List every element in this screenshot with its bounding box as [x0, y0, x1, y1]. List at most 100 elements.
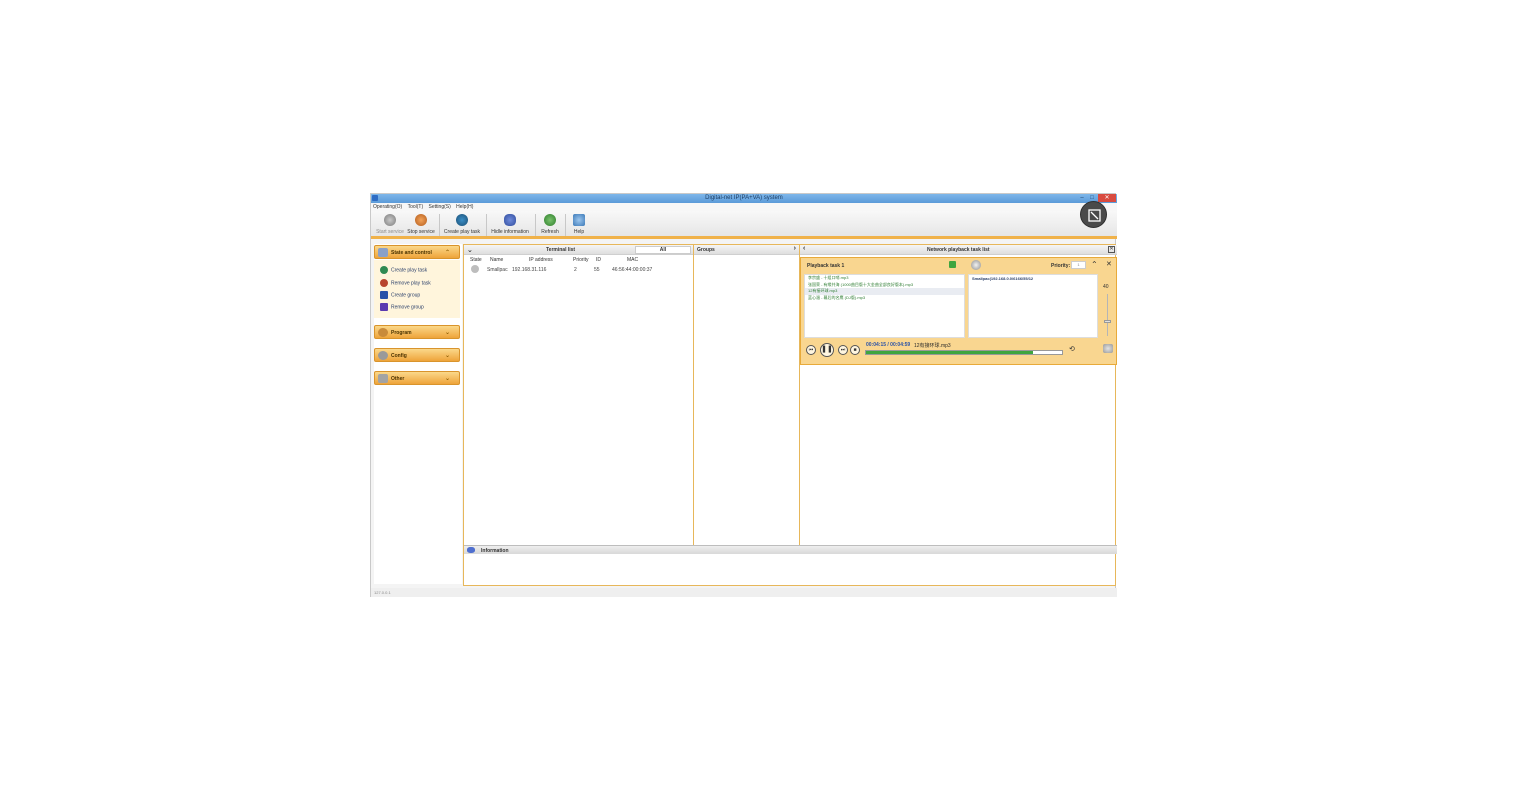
collapse-chevron-icon[interactable]: ⌄	[467, 246, 473, 254]
menu-tool[interactable]: Tool(T)	[406, 203, 426, 211]
column-header-mac[interactable]: MAC	[627, 257, 638, 263]
help-button[interactable]: Help	[568, 213, 590, 237]
state-control-panel: Create play task Remove play task Create…	[374, 260, 460, 318]
status-bar: 127.0.0.1	[371, 588, 1117, 597]
sidebar-program-header[interactable]: Program ⌄	[374, 325, 460, 339]
information-header: Information	[464, 545, 1117, 554]
add-song-icon[interactable]	[949, 261, 956, 268]
volume-slider[interactable]: 40	[1101, 274, 1115, 338]
toolbar-divider	[565, 214, 566, 236]
volume-value: 40	[1103, 284, 1109, 290]
next-button[interactable]: ⏭	[838, 345, 848, 355]
start-service-label: Start service	[376, 229, 404, 235]
start-service-button[interactable]: Start service	[375, 213, 405, 237]
column-header-state[interactable]: State	[470, 257, 482, 263]
menu-operating[interactable]: Operating(O)	[371, 203, 404, 211]
progress-bar[interactable]	[865, 350, 1063, 355]
minimize-button[interactable]: –	[1077, 194, 1087, 202]
chevron-up-icon[interactable]: ⌃	[1091, 260, 1098, 269]
refresh-label: Refresh	[541, 229, 559, 235]
network-playback-title: Network playback task list	[927, 247, 990, 253]
chevron-right-icon[interactable]: ›	[794, 245, 796, 252]
sidebar-item-remove-group[interactable]: Remove group	[380, 303, 424, 313]
sidebar-item-label: Remove play task	[391, 280, 431, 287]
sidebar-config-header[interactable]: Config ⌄	[374, 348, 460, 362]
sidebar-other-header[interactable]: Other ⌄	[374, 371, 460, 385]
volume-thumb[interactable]	[1104, 320, 1111, 323]
speaker-icon[interactable]	[1103, 344, 1113, 353]
help-label: Help	[573, 229, 585, 235]
refresh-button[interactable]: Refresh	[538, 213, 562, 237]
sidebar-item-remove-play-task[interactable]: Remove play task	[380, 279, 431, 289]
hide-information-button[interactable]: Hidle information	[489, 213, 531, 237]
state-control-label: State and control	[391, 250, 432, 256]
other-label: Other	[391, 376, 405, 382]
repeat-icon[interactable]: ⟲	[1069, 345, 1075, 353]
program-label: Program	[391, 330, 412, 336]
screenshot-overlay-button[interactable]	[1080, 201, 1107, 228]
speaker-icon	[471, 265, 479, 273]
menu-setting[interactable]: Setting(S)	[427, 203, 453, 211]
help-book-icon	[573, 214, 585, 226]
create-play-task-button[interactable]: Create play task	[442, 213, 482, 237]
window-title: Digital-net IP(PA+VA) system	[705, 195, 783, 201]
sidebar-item-create-play-task[interactable]: Create play task	[380, 266, 427, 276]
terminal-list-title: Terminal list	[546, 247, 576, 253]
groups-header: Groups ›	[694, 245, 799, 255]
stop-service-label: Stop service	[407, 229, 435, 235]
sidebar-item-label: Create play task	[391, 267, 428, 274]
close-panel-icon[interactable]: ✕	[1108, 246, 1115, 253]
config-gear-icon	[378, 351, 388, 360]
terminal-name: Smallpac	[487, 267, 508, 273]
sidebar-item-create-group[interactable]: Create group	[380, 291, 420, 301]
app-window: Digital-net IP(PA+VA) system – □ ✕ Opera…	[370, 193, 1117, 597]
current-song: 12有接环球.mp3	[914, 343, 951, 349]
column-header-priority[interactable]: Priority	[573, 257, 589, 263]
pause-button[interactable]: ❚❚	[820, 343, 834, 357]
list-item[interactable]: 蓝心湄 - 幕后的名鹰 (DJ版).mp3	[805, 295, 964, 302]
main-area: ⌄ Terminal list All State Name IP addres…	[463, 244, 1117, 586]
volume-track	[1107, 294, 1108, 336]
song-list: 李宗盛 - 十组口哨.mp3 张国荣 - 有缘共海 (1000曲目版十大金曲全部…	[804, 274, 965, 338]
chevron-left-icon[interactable]: ‹	[803, 245, 805, 252]
close-button[interactable]: ✕	[1098, 194, 1116, 202]
terminal-list-header: ⌄ Terminal list All	[464, 245, 693, 255]
expand-icon	[1088, 209, 1101, 222]
terminal-ip: 192.168.31.116	[512, 267, 547, 273]
stop-service-icon	[415, 214, 427, 226]
playback-time: 00:04:15 / 00:04:59	[866, 342, 911, 348]
sidebar-item-label: Remove group	[391, 304, 424, 311]
create-play-task-label: Create play task	[443, 229, 481, 235]
terminal-filter-select[interactable]: All	[635, 246, 691, 254]
list-item[interactable]: Smallpac(192.168.0.0/6166/55/12	[969, 275, 1097, 282]
close-task-icon[interactable]: ✕	[1106, 260, 1112, 268]
toolbar-divider	[439, 214, 440, 236]
information-icon	[467, 547, 475, 553]
stop-button[interactable]: ■	[850, 345, 860, 355]
stop-service-button[interactable]: Stop service	[406, 213, 436, 237]
previous-button[interactable]: ⏮	[806, 345, 816, 355]
refresh-icon	[544, 214, 556, 226]
column-header-name[interactable]: Name	[490, 257, 503, 263]
sidebar: State and control ⌃ Create play task Rem…	[374, 244, 462, 584]
playback-task-name: Playback task 1	[807, 263, 845, 269]
terminal-priority: 2	[574, 267, 577, 273]
sidebar-item-label: Create group	[391, 292, 421, 299]
column-header-ip[interactable]: IP address	[529, 257, 553, 263]
start-service-icon	[384, 214, 396, 226]
other-icon	[378, 374, 388, 383]
priority-input[interactable]: 1	[1071, 261, 1086, 269]
sidebar-state-control-header[interactable]: State and control ⌃	[374, 245, 460, 259]
groups-title: Groups	[697, 247, 715, 253]
remove-group-icon	[380, 303, 388, 311]
play-icon	[456, 214, 468, 226]
menu-help[interactable]: Help(H)	[454, 203, 475, 211]
toolbar: Start service Stop service Create play t…	[371, 211, 1117, 239]
target-terminal-list: Smallpac(192.168.0.0/6166/55/12	[968, 274, 1098, 338]
column-header-id[interactable]: ID	[596, 257, 601, 263]
terminal-id: 55	[594, 267, 600, 273]
disc-icon[interactable]	[971, 260, 981, 270]
chevron-down-icon: ⌄	[444, 376, 450, 382]
hide-information-label: Hidle information	[491, 229, 529, 235]
state-control-icon	[378, 248, 388, 257]
